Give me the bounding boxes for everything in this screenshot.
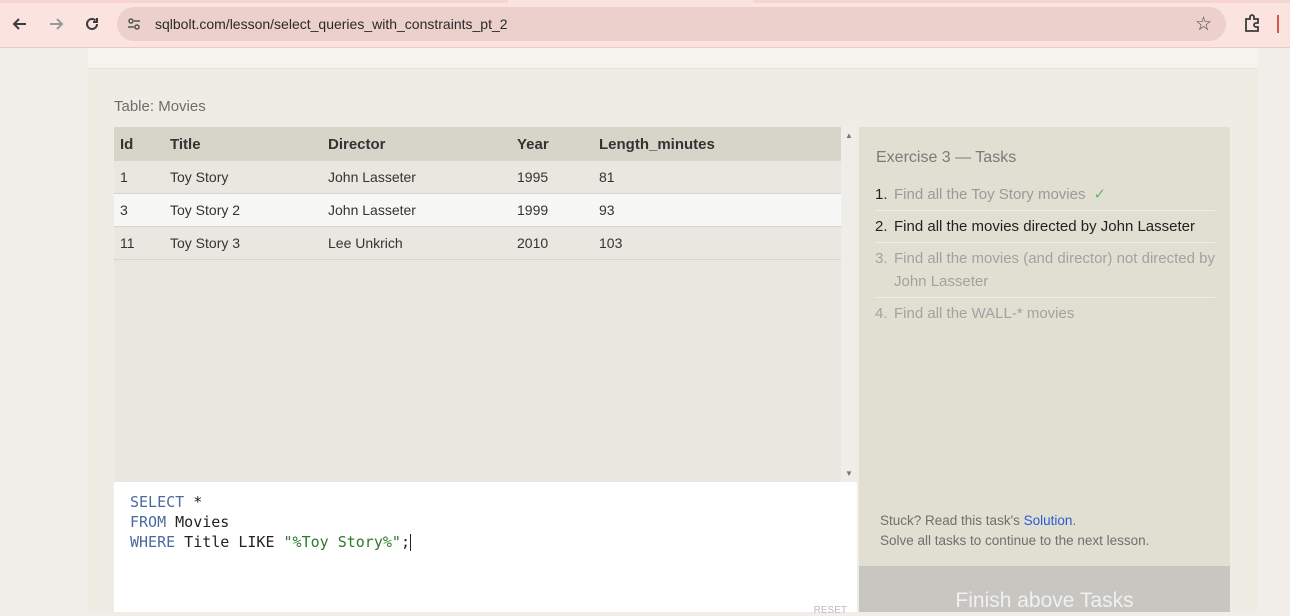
task-list: 1. Find all the Toy Story movies ✓ 2. Fin…	[875, 179, 1215, 329]
tab-strip	[0, 0, 1290, 3]
task-text: Find all the WALL-* movies	[894, 305, 1075, 322]
sql-text: Title LIKE	[175, 533, 284, 551]
sql-keyword: FROM	[130, 513, 167, 531]
help-suffix: .	[1072, 513, 1077, 528]
forward-icon[interactable]	[44, 12, 68, 36]
table-caption: Table: Movies	[114, 98, 206, 115]
table-cell: 81	[593, 161, 841, 194]
table-header-row: Id Title Director Year Length_minutes	[114, 127, 841, 161]
table-cell: 2010	[511, 226, 593, 260]
reload-icon[interactable]	[80, 12, 104, 36]
sql-string: "%Toy Story%"	[283, 533, 401, 551]
task-number: 4.	[875, 305, 888, 322]
query-line: WHERE Title LIKE "%Toy Story%";	[130, 533, 411, 551]
task-text: Find all the movies directed by John Las…	[894, 218, 1195, 235]
tasks-title: Exercise 3 — Tasks	[876, 149, 1017, 166]
table-cell: 11	[114, 226, 164, 260]
extensions-icon[interactable]	[1241, 12, 1263, 34]
column-header: Year	[511, 127, 593, 161]
solution-link[interactable]: Solution	[1024, 513, 1073, 528]
help-text: Stuck? Read this task's Solution. Solve …	[880, 511, 1149, 551]
reset-button[interactable]: RESET	[814, 605, 847, 616]
checkmark-icon: ✓	[1093, 186, 1107, 203]
tasks-panel: Exercise 3 — Tasks 1. Find all the Toy S…	[859, 127, 1230, 566]
table-cell: 1995	[511, 161, 593, 194]
task-text: Find all the movies (and director) not d…	[894, 250, 1215, 290]
sql-text: ;	[400, 533, 410, 551]
results-scrollbar[interactable]: ▲ ▼	[841, 127, 857, 482]
table-cell: John Lasseter	[322, 193, 511, 227]
table-cell: Toy Story 2	[164, 193, 322, 227]
table-cell: 3	[114, 193, 164, 227]
table-cell: Toy Story	[164, 161, 322, 194]
table-cell: John Lasseter	[322, 161, 511, 194]
table-cell: Lee Unkrich	[322, 226, 511, 260]
task-number: 1.	[875, 186, 888, 203]
sql-text: Movies	[166, 513, 230, 531]
finish-tasks-button[interactable]: Finish above Tasks	[859, 566, 1230, 612]
query-line: SELECT *	[130, 493, 202, 511]
table-cell: 93	[593, 193, 841, 227]
bookmark-star-icon[interactable]: ☆	[1195, 13, 1212, 36]
column-header: Director	[322, 127, 511, 161]
column-header: Title	[164, 127, 322, 161]
results-table: Id Title Director Year Length_minutes 1 …	[114, 127, 841, 260]
back-icon[interactable]	[8, 12, 32, 36]
site-settings-icon[interactable]	[125, 15, 143, 33]
scroll-up-icon[interactable]: ▲	[845, 131, 853, 140]
help-line-2: Solve all tasks to continue to the next …	[880, 533, 1150, 548]
table-cell: 1999	[511, 193, 593, 227]
sql-keyword: SELECT	[130, 493, 185, 511]
help-prefix: Stuck? Read this task's	[880, 513, 1024, 528]
sql-keyword: WHERE	[130, 533, 176, 551]
table-cell: 1	[114, 161, 164, 194]
table-cell: 103	[593, 226, 841, 260]
url-text[interactable]: sqlbolt.com/lesson/select_queries_with_c…	[155, 16, 508, 32]
task-item: 1. Find all the Toy Story movies ✓	[875, 179, 1215, 211]
table-row: 1 Toy Story John Lasseter 1995 81	[114, 161, 841, 194]
column-header: Id	[114, 127, 164, 161]
table-cell: Toy Story 3	[164, 226, 322, 260]
task-item: 2. Find all the movies directed by John …	[875, 211, 1215, 243]
browser-toolbar: sqlbolt.com/lesson/select_queries_with_c…	[0, 0, 1290, 48]
column-header: Length_minutes	[593, 127, 841, 161]
lesson-header-strip	[88, 48, 1258, 69]
sql-query-editor[interactable]: SELECT * FROM Movies WHERE Title LIKE "%…	[114, 482, 857, 616]
task-number: 3.	[875, 250, 888, 267]
table-row: 11 Toy Story 3 Lee Unkrich 2010 103	[114, 226, 841, 260]
task-item: 3. Find all the movies (and director) no…	[875, 243, 1215, 298]
profile-indicator[interactable]	[1277, 15, 1279, 33]
text-cursor	[409, 534, 411, 551]
task-number: 2.	[875, 218, 888, 235]
results-table-container: Id Title Director Year Length_minutes 1 …	[114, 127, 857, 482]
active-tab[interactable]	[508, 0, 753, 3]
query-line: FROM Movies	[130, 513, 229, 531]
scroll-down-icon[interactable]: ▼	[845, 469, 853, 478]
task-item: 4. Find all the WALL-* movies	[875, 298, 1215, 329]
task-text: Find all the Toy Story movies	[894, 186, 1086, 203]
address-bar[interactable]: sqlbolt.com/lesson/select_queries_with_c…	[117, 7, 1226, 41]
table-row: 3 Toy Story 2 John Lasseter 1999 93	[114, 193, 841, 227]
sql-text: *	[184, 493, 203, 511]
